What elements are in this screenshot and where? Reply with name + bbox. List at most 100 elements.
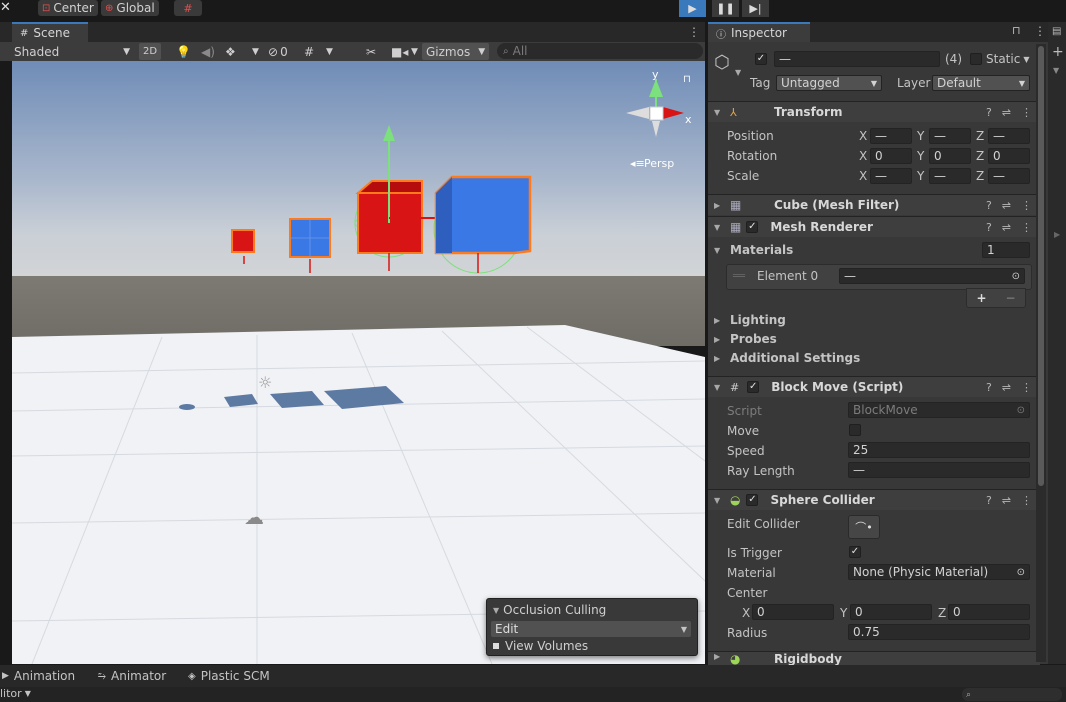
scene-viewport[interactable]: ☼ ☁ y x ⊓ ◂≡ Persp — [12, 61, 705, 664]
tool-handle-icon[interactable]: ✕ — [0, 0, 20, 16]
component-menu-icon[interactable]: ⋮ — [1021, 199, 1032, 212]
occlusion-header[interactable]: ▼ Occlusion Culling — [493, 603, 606, 617]
tab-animation[interactable]: ▶ Animation — [2, 669, 75, 683]
scale-z-field[interactable]: — — [988, 168, 1030, 184]
remove-element-button[interactable]: − — [1005, 291, 1015, 305]
audio-toggle-icon[interactable]: ◀) — [201, 43, 215, 60]
lock-icon[interactable]: ⊓ — [1012, 24, 1021, 37]
light-gizmo-icon[interactable]: ☼ — [258, 373, 272, 392]
object-picker-icon[interactable]: ⊙ — [1012, 271, 1020, 282]
mesh-renderer-enabled-checkbox[interactable]: ✓ — [746, 221, 759, 233]
center-y-field[interactable]: 0 — [850, 604, 932, 620]
scene-menu-icon[interactable]: ⋮ — [688, 25, 700, 39]
tab-inspector[interactable]: ⓘ Inspector — [708, 22, 810, 42]
occlusion-mode-dropdown[interactable]: Edit ▼ — [491, 621, 691, 637]
sphere-collider-enabled-checkbox[interactable]: ✓ — [746, 494, 759, 506]
gizmo-lock-icon[interactable]: ⊓ — [683, 74, 691, 85]
rigidbody-header[interactable]: ▶ ◕ Rigidbody — [708, 651, 1040, 665]
component-menu-icon[interactable]: ⋮ — [1021, 494, 1032, 507]
is-trigger-checkbox[interactable]: ✓ — [849, 546, 861, 558]
tag-dropdown[interactable]: Untagged ▼ — [776, 75, 882, 91]
perspective-label[interactable]: Persp — [644, 157, 674, 170]
search-input[interactable]: ⌕ All — [497, 43, 703, 59]
camera-icon[interactable]: ■◂ — [391, 43, 408, 60]
speed-field[interactable]: 25 — [848, 442, 1030, 458]
object-name-field[interactable]: — — [774, 51, 940, 67]
grid-toggle-icon[interactable]: # — [304, 43, 314, 60]
lighting-toggle-icon[interactable]: 💡 — [176, 43, 191, 60]
pivot-center-button[interactable]: ⊡ Center — [38, 0, 98, 16]
preset-icon[interactable]: ⇌ — [1002, 221, 1011, 234]
chevron-right-icon[interactable]: ▶ — [1054, 230, 1060, 239]
grid-snap-button[interactable]: # — [174, 0, 202, 16]
help-icon[interactable]: ? — [986, 381, 992, 394]
move-checkbox[interactable] — [849, 424, 861, 436]
object-picker-icon[interactable]: ⊙ — [1017, 567, 1025, 578]
preset-icon[interactable]: ⇌ — [1002, 106, 1011, 119]
help-icon[interactable]: ? — [986, 106, 992, 119]
radius-field[interactable]: 0.75 — [848, 624, 1030, 640]
step-button[interactable]: ▶| — [742, 0, 769, 17]
effects-chevron-icon[interactable]: ▼ — [252, 43, 259, 60]
shading-mode-dropdown[interactable]: Shaded ▼ — [14, 43, 130, 60]
tab-scene[interactable]: # Scene — [12, 22, 88, 42]
tab-plastic-scm[interactable]: ◈ Plastic SCM — [188, 669, 270, 683]
element-0-field[interactable]: — ⊙ — [839, 268, 1025, 284]
grid-chevron-icon[interactable]: ▼ — [326, 43, 333, 60]
materials-foldout[interactable]: ▼ Materials — [714, 243, 793, 257]
position-x-field[interactable]: — — [870, 128, 912, 144]
play-button[interactable]: ▶ — [679, 0, 706, 17]
mesh-renderer-header[interactable]: ▼ ▦ ✓ Mesh Renderer ? ⇌ ⋮ — [708, 216, 1040, 237]
sphere-collider-header[interactable]: ▼ ◒ ✓ Sphere Collider ? ⇌ ⋮ — [708, 489, 1040, 510]
drag-handle-icon[interactable]: ══ — [733, 271, 745, 282]
scale-y-field[interactable]: — — [929, 168, 971, 184]
camera-chevron-icon[interactable]: ▼ — [411, 43, 418, 60]
editor-dropdown[interactable]: litor ▼ — [0, 687, 31, 700]
block-move-header[interactable]: ▼ # ✓ Block Move (Script) ? ⇌ ⋮ — [708, 376, 1040, 397]
scene-render[interactable]: ☼ ☁ y x ⊓ ◂≡ Persp — [12, 61, 705, 664]
scale-x-field[interactable]: — — [870, 168, 912, 184]
toggle-2d-button[interactable]: 2D — [139, 43, 162, 60]
rotation-x-field[interactable]: 0 — [870, 148, 912, 164]
preset-icon[interactable]: ⇌ — [1002, 494, 1011, 507]
inspector-scroll-thumb[interactable] — [1038, 46, 1044, 486]
position-z-field[interactable]: — — [988, 128, 1030, 144]
preset-icon[interactable]: ⇌ — [1002, 199, 1011, 212]
help-icon[interactable]: ? — [986, 221, 992, 234]
preset-icon[interactable]: ⇌ — [1002, 381, 1011, 394]
add-element-button[interactable]: + — [976, 291, 986, 305]
transform-header[interactable]: ▼ ⅄ Transform ? ⇌ ⋮ — [708, 101, 1040, 122]
effects-toggle-icon[interactable]: ❖ — [225, 43, 236, 60]
probes-foldout[interactable]: ▶ Probes — [714, 332, 777, 346]
component-menu-icon[interactable]: ⋮ — [1021, 381, 1032, 394]
help-icon[interactable]: ? — [986, 494, 992, 507]
help-icon[interactable]: ? — [986, 199, 992, 212]
hidden-objects-toggle[interactable]: ⊘ 0 — [268, 43, 288, 60]
cloud-gizmo-icon[interactable]: ☁ — [244, 505, 264, 529]
console-search-input[interactable]: ⌕ — [962, 688, 1062, 701]
inspector-menu-icon[interactable]: ⋮ — [1034, 24, 1046, 38]
pause-button[interactable]: ❚❚ — [712, 0, 739, 17]
ray-length-field[interactable]: — — [848, 462, 1030, 478]
component-menu-icon[interactable]: ⋮ — [1021, 106, 1032, 119]
edit-collider-button[interactable]: ⌒• — [848, 515, 880, 539]
layer-dropdown[interactable]: Default ▼ — [932, 75, 1030, 91]
center-z-field[interactable]: 0 — [948, 604, 1030, 620]
position-y-field[interactable]: — — [929, 128, 971, 144]
window-menu-icon[interactable]: ▤ — [1052, 26, 1061, 37]
chevron-down-icon[interactable]: ▼ — [735, 68, 741, 77]
materials-size-field[interactable]: 1 — [982, 242, 1030, 258]
static-dropdown[interactable]: Static ▼ — [986, 52, 1029, 66]
tab-animator[interactable]: ⥲ Animator — [98, 669, 166, 683]
global-space-button[interactable]: ⊕ Global — [101, 0, 159, 16]
rotation-z-field[interactable]: 0 — [988, 148, 1030, 164]
block-move-enabled-checkbox[interactable]: ✓ — [747, 381, 760, 393]
rotation-y-field[interactable]: 0 — [929, 148, 971, 164]
chevron-down-icon[interactable]: ▼ — [1053, 66, 1059, 75]
additional-settings-foldout[interactable]: ▶ Additional Settings — [714, 351, 860, 365]
gizmos-dropdown[interactable]: Gizmos ▼ — [422, 43, 490, 60]
lighting-foldout[interactable]: ▶ Lighting — [714, 313, 786, 327]
object-active-checkbox[interactable]: ✓ — [755, 53, 767, 65]
center-x-field[interactable]: 0 — [752, 604, 834, 620]
mesh-filter-header[interactable]: ▶ ▦ Cube (Mesh Filter) ? ⇌ ⋮ — [708, 194, 1040, 215]
